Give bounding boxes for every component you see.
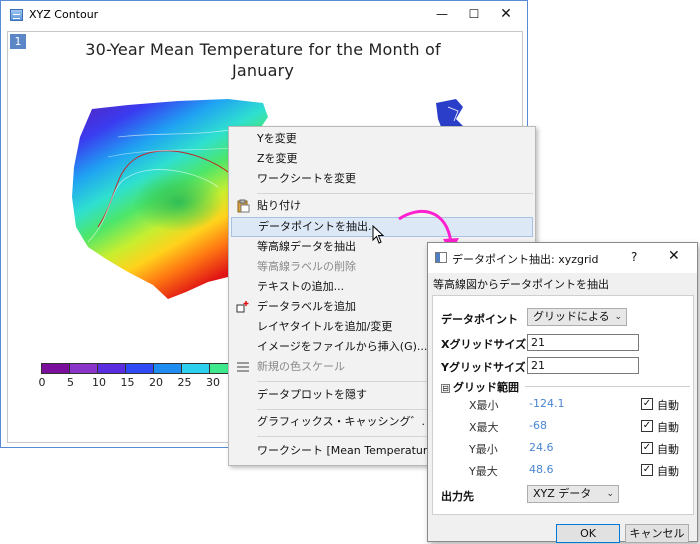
- range-value[interactable]: -68: [529, 419, 547, 432]
- menu-item-label: 貼り付け: [257, 199, 301, 212]
- output-value: XYZ データ: [533, 487, 592, 500]
- help-button[interactable]: ?: [631, 250, 637, 264]
- dialog-titlebar[interactable]: データポイント抽出: xyzgrid ? ✕: [428, 243, 697, 273]
- collapse-icon[interactable]: ⊟: [441, 384, 450, 393]
- auto-checkbox[interactable]: ✓: [641, 442, 653, 454]
- menu-item-label: データポイントを抽出...: [258, 220, 379, 233]
- color-scale-label: 5: [67, 376, 74, 389]
- data-points-value: グリッドによる: [533, 310, 610, 323]
- menu-item-label: Zを変更: [257, 152, 298, 165]
- menu-item-label: データラベルを追加: [257, 300, 356, 313]
- graph-title-line1: 30-Year Mean Temperature for the Month o…: [85, 40, 441, 59]
- menu-item[interactable]: 貼り付け: [231, 196, 533, 216]
- x-grid-size-input[interactable]: 21: [527, 334, 639, 351]
- paste-icon: [236, 199, 250, 213]
- app-icon: [10, 9, 23, 21]
- range-value[interactable]: 24.6: [529, 441, 554, 454]
- range-label: X最大: [469, 421, 499, 434]
- menu-separator: [257, 193, 533, 194]
- color-scale-label: 15: [120, 376, 135, 389]
- cancel-button[interactable]: キャンセル: [625, 524, 689, 543]
- color-scale-label: 20: [149, 376, 163, 389]
- chevron-down-icon: ⌄: [614, 312, 622, 322]
- dialog-close-button[interactable]: ✕: [668, 248, 680, 264]
- menu-item-label: レイヤタイトルを追加/変更: [257, 320, 393, 333]
- menu-item-label: グラフィックス・キャッシング゛.: [257, 415, 425, 428]
- auto-label: 自動: [657, 443, 679, 456]
- grid-range-group[interactable]: ⊟ グリッド範囲: [441, 379, 519, 395]
- menu-item-label: Yを変更: [257, 132, 297, 145]
- color-scale-labels: 0 5 10 15 20 25 30: [30, 376, 250, 390]
- auto-label: 自動: [657, 421, 679, 434]
- grid-range-label: グリッド範囲: [453, 381, 519, 394]
- x-grid-size-label: Xグリッドサイズ: [441, 338, 527, 351]
- menu-item-label: 新規の色スケール: [257, 360, 345, 373]
- menu-item-label: データプロットを隠す: [257, 388, 367, 401]
- menu-item-label: イメージをファイルから挿入(G)...: [257, 340, 428, 353]
- dialog-description: 等高線図からデータポイントを抽出: [433, 278, 609, 291]
- range-label: X最小: [469, 399, 499, 412]
- range-label: Y最小: [469, 443, 498, 456]
- dialog-title: データポイント抽出: xyzgrid: [452, 253, 599, 266]
- mouse-cursor-icon: [372, 225, 385, 244]
- auto-checkbox[interactable]: ✓: [641, 420, 653, 432]
- main-titlebar[interactable]: XYZ Contour — ☐ ✕: [1, 1, 527, 29]
- color-scale-cell: [41, 363, 70, 374]
- output-label: 出力先: [441, 490, 474, 503]
- contour-blob: [133, 172, 223, 232]
- close-button[interactable]: ✕: [491, 3, 521, 25]
- menu-item[interactable]: ワークシートを変更: [231, 169, 533, 189]
- data-label-icon: [236, 300, 250, 314]
- range-label: Y最大: [469, 465, 498, 478]
- color-scale-cell: [153, 363, 182, 374]
- color-scale-cell: [125, 363, 154, 374]
- auto-checkbox[interactable]: ✓: [641, 398, 653, 410]
- dialog-icon: [435, 252, 447, 263]
- range-value[interactable]: 48.6: [529, 463, 554, 476]
- layer-badge[interactable]: 1: [10, 34, 26, 49]
- auto-label: 自動: [657, 399, 679, 412]
- menu-item-label: テキストの追加...: [257, 280, 345, 293]
- y-grid-size-label: Yグリッドサイズ: [441, 361, 526, 374]
- color-scale-label: 25: [177, 376, 192, 389]
- chevron-down-icon: ⌄: [606, 489, 614, 499]
- maximize-button[interactable]: ☐: [459, 3, 489, 25]
- ok-button[interactable]: OK: [556, 524, 620, 543]
- auto-label: 自動: [657, 465, 679, 478]
- group-divider: [525, 386, 690, 387]
- color-scale-cell: [69, 363, 98, 374]
- graph-title[interactable]: 30-Year Mean Temperature for the Month o…: [38, 39, 488, 81]
- data-points-select[interactable]: グリッドによる ⌄: [527, 308, 627, 326]
- color-scale-label: 30: [206, 376, 220, 389]
- color-scale-label: 0: [38, 376, 46, 389]
- color-scale-cell: [97, 363, 126, 374]
- auto-checkbox[interactable]: ✓: [641, 464, 653, 476]
- menu-item-label: ワークシート [Mean Temperature for: [257, 444, 453, 457]
- color-scale-cell: [181, 363, 210, 374]
- menu-item[interactable]: Zを変更: [231, 149, 533, 169]
- y-grid-size-input[interactable]: 21: [527, 357, 639, 374]
- menu-item[interactable]: Yを変更: [231, 129, 533, 149]
- menu-item-label: 等高線ラベルの削除: [257, 260, 356, 273]
- output-select[interactable]: XYZ データ ⌄: [527, 485, 619, 503]
- range-value[interactable]: -124.1: [529, 397, 564, 410]
- menu-item-label: 等高線データを抽出: [257, 240, 356, 253]
- menu-item-label: ワークシートを変更: [257, 172, 356, 185]
- window-title: XYZ Contour: [29, 8, 99, 21]
- minimize-button[interactable]: —: [427, 3, 457, 25]
- color-scale-label: 10: [92, 376, 106, 389]
- data-points-label: データポイント: [441, 313, 518, 326]
- settings-panel: データポイント グリッドによる ⌄ Xグリッドサイズ 21 Yグリッドサイズ 2…: [432, 295, 694, 515]
- color-scale-icon: [236, 360, 250, 374]
- extract-points-dialog: データポイント抽出: xyzgrid ? ✕ 等高線図からデータポイントを抽出 …: [427, 242, 698, 543]
